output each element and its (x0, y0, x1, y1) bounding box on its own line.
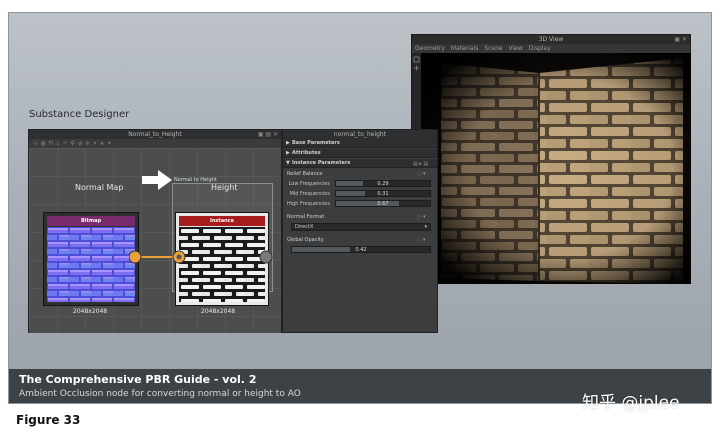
normal-map-label: Normal Map (75, 183, 124, 192)
graph-window-controls-icon[interactable]: ▣ ▤ ✕ (258, 131, 278, 138)
param-title: normal_to_height (283, 130, 437, 139)
global-opacity-slider[interactable]: 0.42 (291, 246, 431, 253)
menu-scene[interactable]: Scene (484, 45, 502, 52)
low-frequencies-value: 0.29 (377, 181, 389, 187)
node-connection (129, 250, 273, 264)
relief-balance-label: Relief Balance (287, 171, 323, 177)
instance-node-header: Instance (179, 216, 265, 226)
tool-icons[interactable] (412, 53, 421, 83)
high-frequencies-value: 0.67 (377, 201, 389, 207)
high-frequencies-slider[interactable]: 0.67 (335, 200, 431, 207)
relief-options-icon[interactable]: ◌ ▾ (417, 171, 425, 177)
bitmap-resolution: 2048x2048 (73, 308, 108, 315)
watermark: 知乎 @jplee (582, 393, 680, 413)
menu-view[interactable]: View (509, 45, 523, 52)
normal-format-value: DirectX (295, 224, 314, 230)
low-frequencies-label: Low Frequencies (288, 181, 330, 187)
mid-frequencies-value: 0.31 (377, 191, 389, 197)
menu-display[interactable]: Display (529, 45, 551, 52)
bitmap-node-header: Bitmap (47, 216, 135, 226)
section-attributes[interactable]: ▶ Attributes (283, 149, 437, 158)
normal-format-label: Normal Format (287, 214, 325, 220)
normal-format-options-icon[interactable]: ◌ ▾ (417, 214, 425, 220)
low-frequencies-slider[interactable]: 0.29 (335, 180, 431, 187)
bitmap-node[interactable]: Bitmap (43, 212, 139, 306)
menu-materials[interactable]: Materials (451, 45, 479, 52)
window-controls-icon[interactable]: ▣ ✕ (674, 36, 687, 43)
menu-geometry[interactable]: Geometry (415, 45, 445, 52)
parameters-panel: normal_to_height ▶ Base Parameters ▶ Attri… (282, 129, 438, 333)
mid-frequencies-slider[interactable]: 0.31 (335, 190, 431, 197)
3d-view-title: 3D View (412, 35, 690, 44)
output-port[interactable] (129, 250, 142, 264)
global-opacity-value: 0.42 (355, 247, 367, 253)
3d-view-window: 3D View ▣ ✕ Geometry Materials Scene Vie… (411, 34, 691, 285)
app-label: Substance Designer (29, 109, 130, 120)
graph-title: Normal_to_Height (29, 130, 281, 139)
high-frequencies-label: High Frequencies (286, 201, 330, 207)
graph-toolbar[interactable]: ⊹ ▤ ⊓ ↓ ─ ⚲ ◎ ⊙ ▾ ✲ ▾ (29, 139, 281, 148)
normal-format-dropdown[interactable]: DirectX ▾ (291, 223, 431, 231)
caption-title: The Comprehensive PBR Guide - vol. 2 (19, 373, 257, 386)
caption-subtitle: Ambient Occlusion node for converting no… (19, 389, 301, 399)
3d-viewport[interactable] (421, 53, 691, 284)
chevron-down-icon: ▾ (424, 224, 427, 230)
graph-window: Normal_to_Height ▣ ▤ ✕ ⊹ ▤ ⊓ ↓ ─ ⚲ ◎ ⊙ ▾… (28, 129, 282, 333)
figure-label: Figure 33 (16, 413, 81, 427)
frame-label: Normal to Height (174, 177, 217, 183)
graph-canvas[interactable]: Normal Map Height Normal to Height Bitma… (29, 148, 281, 333)
section-options-icon[interactable]: ▤ ▸ ▤ (413, 161, 428, 167)
opacity-options-icon[interactable]: ◌ ▾ (417, 237, 425, 243)
mid-frequencies-label: Mid Frequencies (289, 191, 330, 197)
section-base-parameters[interactable]: ▶ Base Parameters (283, 139, 437, 148)
normal-map-thumbnail (47, 227, 135, 302)
instance-resolution: 2048x2048 (201, 308, 236, 315)
instance-output-port[interactable] (259, 250, 273, 264)
arrow-right-icon (142, 170, 172, 190)
brick-cube-render (421, 53, 691, 284)
3d-view-menu: Geometry Materials Scene View Display (412, 44, 690, 53)
global-opacity-label: Global Opacity (287, 237, 324, 243)
presentation-slide: Substance Designer 3D View ▣ ✕ Geometry … (8, 12, 712, 404)
